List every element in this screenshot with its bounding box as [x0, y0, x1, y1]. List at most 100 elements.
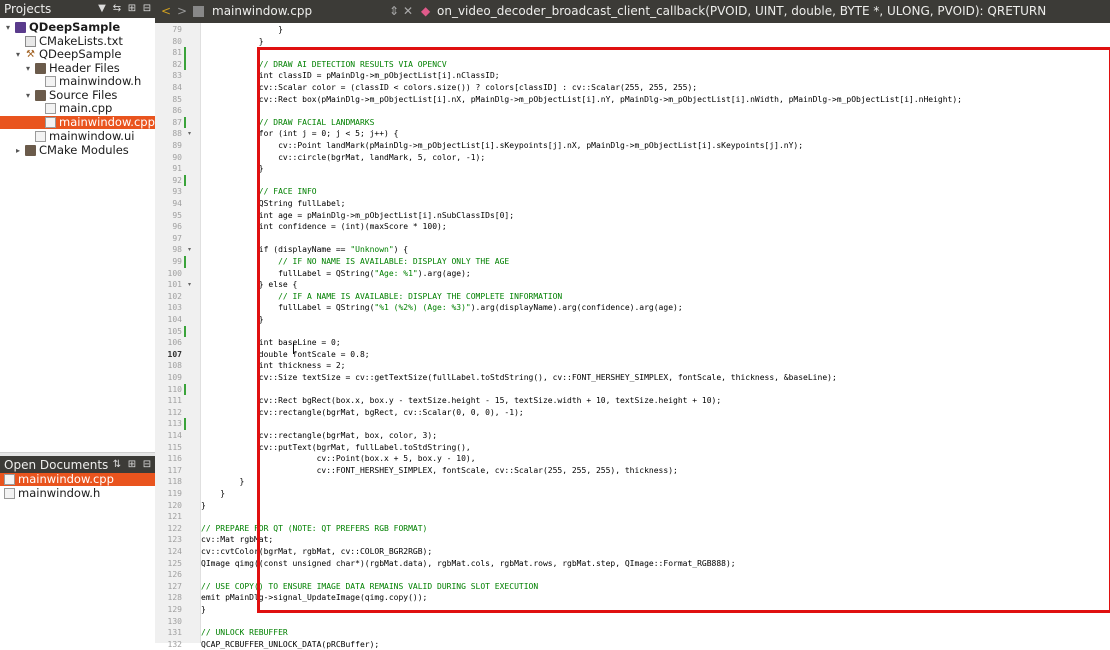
line-number: 86	[172, 106, 182, 116]
line-number: 118	[167, 477, 182, 487]
project-tree-item[interactable]: mainwindow.cpp	[0, 116, 155, 129]
line-number: 85	[172, 94, 182, 104]
code-line[interactable]: }	[201, 476, 245, 488]
line-number: 98	[172, 245, 182, 255]
ui-file-icon	[35, 131, 46, 142]
line-number: 93	[172, 187, 182, 197]
change-marker	[184, 383, 186, 396]
project-tree-item[interactable]: main.cpp	[0, 102, 155, 115]
line-number: 129	[167, 605, 182, 614]
line-number: 105	[167, 326, 182, 336]
project-tree-item[interactable]: ▸ CMake Modules	[0, 144, 155, 157]
line-number: 121	[167, 512, 182, 522]
line-number: 128	[167, 593, 182, 603]
line-number: 88	[172, 129, 182, 139]
change-marker	[184, 174, 186, 187]
project-tree-item-label: QDeepSample	[29, 20, 121, 34]
code-line[interactable]: }	[201, 24, 283, 36]
line-number: 130	[167, 616, 182, 626]
line-number: 123	[167, 535, 182, 545]
code-line[interactable]: }	[201, 500, 206, 512]
split-icon[interactable]: ⊞	[126, 3, 138, 15]
code-line[interactable]: }	[201, 163, 264, 175]
line-number: 127	[167, 581, 182, 591]
change-marker	[184, 418, 186, 430]
open-document-item[interactable]: mainwindow.h	[0, 487, 155, 500]
line-number: 79	[172, 25, 182, 34]
code-line[interactable]: QCAP_RCBUFFER_UNLOCK_DATA(pRCBuffer);	[201, 639, 379, 650]
editor-toolbar: < > mainwindow.cpp ⇕ ✕ ◆ on_video_decode…	[155, 0, 1110, 23]
project-tree-item[interactable]: mainwindow.h	[0, 75, 155, 88]
line-number: 120	[167, 500, 182, 510]
chevron-down-icon[interactable]: ▾	[23, 89, 33, 102]
line-number: 109	[167, 373, 182, 382]
line-number: 91	[172, 164, 182, 174]
file-dropdown-icon[interactable]: ⇕	[389, 0, 399, 23]
line-number: 81	[172, 48, 182, 58]
project-tree-item-label: mainwindow.h	[59, 74, 142, 88]
current-file-name[interactable]: mainwindow.cpp	[212, 0, 312, 23]
current-function-name[interactable]: on_video_decoder_broadcast_client_callba…	[437, 0, 1046, 23]
project-tree-item[interactable]: ▾ QDeepSample	[0, 21, 155, 34]
link-with-editor-icon[interactable]: ⇆	[111, 3, 123, 15]
projects-panel-title: Projects	[4, 2, 52, 16]
forward-arrow-icon[interactable]: >	[177, 0, 187, 23]
folder-icon	[35, 63, 46, 74]
line-number: 110	[167, 384, 182, 394]
chevron-down-icon[interactable]: ▾	[23, 62, 33, 75]
close-icon[interactable]: ⊟	[141, 459, 153, 471]
left-sidebar: Projects ▼ ⇆ ⊞ ⊟ ▾ QDeepSample CMakeLists.…	[0, 0, 156, 643]
file-icon	[193, 6, 204, 17]
project-tree-item-label: mainwindow.cpp	[59, 115, 155, 129]
line-number: 131	[167, 628, 182, 638]
highlight-box	[257, 47, 1110, 613]
line-number: 126	[167, 570, 182, 580]
change-marker	[184, 116, 186, 129]
open-document-item[interactable]: mainwindow.cpp	[0, 473, 155, 486]
close-icon[interactable]: ⊟	[141, 3, 153, 15]
line-number: 116	[167, 454, 182, 464]
split-icon[interactable]: ⊞	[126, 459, 138, 471]
function-symbol-icon: ◆	[421, 4, 431, 18]
folder-icon	[25, 145, 36, 156]
back-arrow-icon[interactable]: <	[161, 0, 171, 23]
line-number: 83	[172, 71, 182, 81]
close-file-icon[interactable]: ✕	[403, 0, 413, 23]
fold-marker-icon[interactable]: ▾	[188, 244, 194, 256]
line-number: 97	[172, 233, 182, 243]
file-icon	[4, 474, 15, 485]
line-number: 117	[167, 465, 182, 475]
fold-marker-icon[interactable]: ▾	[188, 279, 194, 291]
cpp-file-icon	[45, 117, 56, 128]
line-number: 106	[167, 338, 182, 348]
project-icon	[15, 22, 26, 33]
file-icon	[4, 488, 15, 499]
line-number: 84	[172, 83, 182, 92]
project-tree-item-label: main.cpp	[59, 101, 113, 115]
code-line[interactable]: }	[201, 314, 264, 326]
chevron-down-icon[interactable]: ▾	[3, 21, 13, 34]
chevron-down-icon[interactable]: ▾	[13, 48, 23, 61]
code-line[interactable]: }	[201, 36, 264, 48]
code-line[interactable]: }	[201, 488, 225, 500]
line-number: 96	[172, 222, 182, 232]
code-line[interactable]: }	[201, 604, 206, 616]
line-number: 122	[167, 523, 182, 533]
project-tree-item[interactable]: mainwindow.ui	[0, 130, 155, 143]
fold-marker-icon[interactable]: ▾	[188, 128, 194, 140]
line-number: 112	[167, 407, 182, 417]
chevron-right-icon[interactable]: ▸	[13, 144, 23, 157]
code-line[interactable]: // UNLOCK REBUFFER	[201, 627, 288, 639]
cpp-file-icon	[45, 103, 56, 114]
line-number: 94	[172, 199, 182, 208]
line-number: 89	[172, 141, 182, 150]
project-tree-item[interactable]: ▾ ⚒ QDeepSample	[0, 48, 155, 61]
sync-icon[interactable]: ⇅	[111, 459, 123, 471]
line-number: 95	[172, 210, 182, 220]
line-number: 100	[167, 268, 182, 278]
line-number: 92	[172, 175, 182, 185]
projects-panel-header: Projects ▼ ⇆ ⊞ ⊟	[0, 0, 155, 18]
line-number: 111	[167, 396, 182, 406]
filter-icon[interactable]: ▼	[96, 3, 108, 15]
cmake-file-icon	[25, 36, 36, 47]
